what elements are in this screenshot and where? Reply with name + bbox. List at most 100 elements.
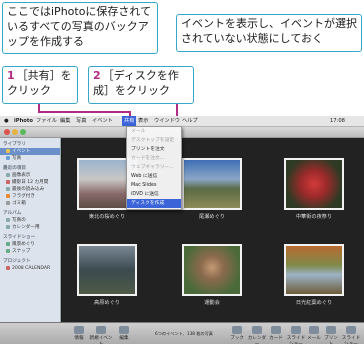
title-bar	[0, 127, 364, 138]
edit-button[interactable]: 編集	[114, 326, 134, 341]
menu-item-idvd[interactable]: iDVD に送信	[127, 190, 181, 199]
events-icon	[6, 148, 10, 153]
intro-callout: ここではiPhotoに保存されているすべての写真のバックアップを作成する	[2, 2, 158, 54]
minimize-window-icon[interactable]	[12, 129, 18, 135]
info-icon	[74, 326, 84, 334]
share-menu: メール デスクトップを設定 プリントを注文 カードを注文... ウェブギャラリー…	[126, 126, 182, 210]
album-icon	[6, 172, 10, 177]
sidebar-section-slideshows: スライドショー	[3, 235, 36, 240]
send-slideshow-button[interactable]: スライドショー	[340, 326, 362, 344]
source-sidebar: ライブラリ イベント 写真 最近の項目 画像表示 撮影日 12 カ月間 最後の読…	[0, 138, 61, 322]
slideshow-icon	[346, 326, 356, 334]
card-icon	[271, 326, 281, 334]
sidebar-item-flagged[interactable]: フラグ付き	[0, 193, 60, 200]
menu-item-web-gallery: ウェブギャラリー...	[131, 165, 174, 170]
event-thumbnail[interactable]	[284, 158, 344, 210]
event-caption: 日光紅葉めぐり	[295, 300, 333, 306]
calendar-icon	[252, 326, 262, 334]
mail-icon	[309, 326, 319, 334]
print-icon	[326, 326, 336, 334]
menu-bar: ● iPhoto ファイル 編集 写真 イベント 共有 表示 ウインドウ ヘルプ…	[0, 116, 364, 127]
intro-text: ここではiPhotoに保存されているすべての写真のバックアップを作成する	[7, 5, 152, 48]
book-icon	[232, 326, 242, 334]
bottom-toolbar: 情報 新規イベント 編集 6つのイベント、138 枚の写真 ブック カレンダー …	[0, 322, 364, 344]
book-button[interactable]: ブック	[228, 326, 246, 341]
menu-clock: 17:08	[330, 118, 345, 124]
menu-file[interactable]: ファイル	[36, 116, 57, 126]
menu-photo[interactable]: 写真	[76, 116, 86, 126]
event-caption: 中華街の夜祭り	[295, 214, 333, 220]
album-icon	[6, 224, 10, 229]
menu-iphoto[interactable]: iPhoto	[14, 116, 33, 126]
info-button[interactable]: 情報	[68, 326, 90, 341]
step2-callout: 2 ［ディスクを作成］をクリック	[88, 66, 194, 104]
menu-item-order-prints[interactable]: プリントを注文	[127, 145, 181, 154]
menu-item-desktop: デスクトップを設定	[131, 138, 175, 143]
event-thumbnail[interactable]	[77, 244, 137, 296]
event-thumbnail[interactable]	[182, 244, 242, 296]
sidebar-item-recent-2[interactable]: 撮影日 12 カ月間	[0, 179, 60, 186]
flag-icon	[6, 193, 10, 198]
close-window-icon[interactable]	[4, 129, 10, 135]
menu-item-burn-disc[interactable]: ディスクを作成	[127, 199, 181, 208]
slideshow-icon	[291, 326, 301, 334]
step1-text: ［共有］をクリック	[7, 69, 72, 97]
edit-icon	[119, 326, 129, 334]
event-caption: 高原めぐり	[94, 300, 120, 306]
step2-number: 2	[93, 69, 101, 82]
sidebar-section-projects: プロジェクト	[3, 259, 31, 264]
trash-icon	[6, 200, 10, 205]
sidebar-item-photos[interactable]: 写真	[0, 155, 60, 162]
sidebar-item-last-import[interactable]: 最後の読み込み	[0, 186, 60, 193]
menu-item-order-cards: カードを注文...	[131, 156, 165, 161]
sidebar-section-library: ライブラリ	[3, 142, 26, 147]
note-text: イベントを表示し、イベントが選択されていない状態にしておく	[181, 17, 357, 45]
event-count: 6つのイベント、138 枚の写真	[155, 331, 213, 336]
menu-share[interactable]: 共有	[122, 116, 137, 126]
sidebar-item-recent-1[interactable]: 画像表示	[0, 172, 60, 179]
calendar-icon	[6, 265, 10, 270]
print-button[interactable]: プリント	[322, 326, 340, 344]
step1-callout: 1 ［共有］をクリック	[2, 66, 78, 104]
calendar-button[interactable]: カレンダー	[246, 326, 268, 344]
sidebar-item-events[interactable]: イベント	[0, 148, 60, 155]
slideshow-icon	[6, 241, 10, 246]
new-event-icon	[96, 326, 106, 334]
new-event-button[interactable]: 新規イベント	[88, 326, 114, 344]
menu-event[interactable]: イベント	[92, 116, 113, 126]
mail-button[interactable]: メール	[306, 326, 322, 341]
menu-help[interactable]: ヘルプ	[182, 116, 198, 126]
apple-icon[interactable]: ●	[4, 116, 9, 126]
import-icon	[6, 186, 10, 191]
menu-item-mail: メール	[131, 129, 146, 134]
sidebar-item-slideshow-1[interactable]: 風景めぐり	[0, 241, 60, 248]
sidebar-item-album-1[interactable]: 写真の	[0, 217, 60, 224]
menu-item-send-web[interactable]: Web に送信	[127, 172, 181, 181]
sidebar-item-slideshow-2[interactable]: スナップ	[0, 248, 60, 255]
sidebar-section-albums: アルバム	[3, 211, 22, 216]
card-button[interactable]: カード	[268, 326, 284, 341]
event-caption: 尾瀬めぐり	[199, 214, 225, 220]
menu-edit[interactable]: 編集	[60, 116, 70, 126]
event-caption: 運動会	[204, 300, 220, 306]
menu-view[interactable]: 表示	[138, 116, 148, 126]
step1-number: 1	[7, 69, 15, 82]
step2-text: ［ディスクを作成］をクリック	[93, 69, 179, 97]
photos-icon	[6, 155, 10, 160]
sidebar-item-album-2[interactable]: カレンダー用	[0, 224, 60, 231]
menu-window[interactable]: ウインドウ	[154, 116, 180, 126]
sidebar-item-trash[interactable]: ゴミ箱	[0, 200, 60, 207]
events-grid: 東北の桜めぐり 尾瀬めぐり 中華街の夜祭り 高原めぐり 運動会 日光紅葉めぐり	[62, 138, 364, 322]
menu-item-mac-slides[interactable]: Mac Slides	[127, 181, 181, 190]
slideshow-button[interactable]: スライドショー	[286, 326, 306, 344]
slideshow-icon	[6, 248, 10, 253]
step1-leader-h	[38, 111, 130, 113]
calendar-icon	[6, 179, 10, 184]
iphoto-window: ● iPhoto ファイル 編集 写真 イベント 共有 表示 ウインドウ ヘルプ…	[0, 116, 364, 344]
sidebar-item-project-1[interactable]: 2008 CALENDAR	[0, 265, 60, 272]
event-thumbnail[interactable]	[284, 244, 344, 296]
event-thumbnail[interactable]	[182, 158, 242, 210]
note-callout: イベントを表示し、イベントが選択されていない状態にしておく	[176, 14, 362, 52]
zoom-window-icon[interactable]	[20, 129, 26, 135]
sidebar-section-recent: 最近の項目	[3, 166, 26, 171]
